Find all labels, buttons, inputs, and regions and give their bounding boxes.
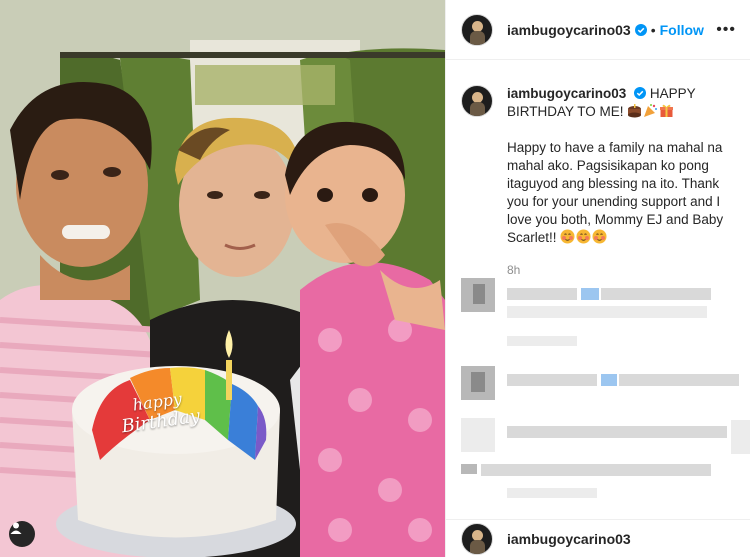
post-side-panel: iambugoycarino03 • Follow ••• iambugoyca… [445, 0, 750, 557]
more-options-button[interactable]: ••• [716, 21, 736, 39]
footer-avatar[interactable] [461, 522, 493, 555]
post-timestamp[interactable]: 8h [507, 261, 734, 279]
photo-illustration [0, 0, 445, 557]
verified-badge-icon [634, 23, 647, 36]
post-header: iambugoycarino03 • Follow ••• [446, 0, 750, 60]
blushing-face-emoji-icon [576, 229, 591, 244]
blushing-face-emoji-icon [592, 229, 607, 244]
caption-block: iambugoycarino03 HAPPY BIRTHDAY TO ME! H… [446, 60, 750, 279]
post-photo[interactable]: happy Birthday [0, 0, 445, 557]
user-tag-icon[interactable] [9, 521, 35, 547]
blushing-face-emoji-icon [560, 229, 575, 244]
author-avatar[interactable] [461, 13, 493, 46]
author-username[interactable]: iambugoycarino03 [507, 22, 631, 38]
follow-button[interactable]: Follow [660, 22, 704, 38]
footer-username[interactable]: iambugoycarino03 [507, 531, 631, 547]
cake-emoji-icon [628, 104, 642, 118]
gift-emoji-icon [660, 104, 674, 117]
verified-badge-icon [634, 87, 647, 99]
caption-username[interactable]: iambugoycarino03 [507, 86, 626, 101]
caption-author-avatar[interactable] [461, 85, 493, 117]
footer-bar: iambugoycarino03 [446, 519, 750, 557]
party-popper-emoji-icon [644, 104, 658, 117]
separator-dot: • [650, 21, 656, 38]
caption: iambugoycarino03 HAPPY BIRTHDAY TO ME! H… [507, 85, 734, 279]
caption-body: Happy to have a family na mahal na mahal… [507, 140, 724, 245]
